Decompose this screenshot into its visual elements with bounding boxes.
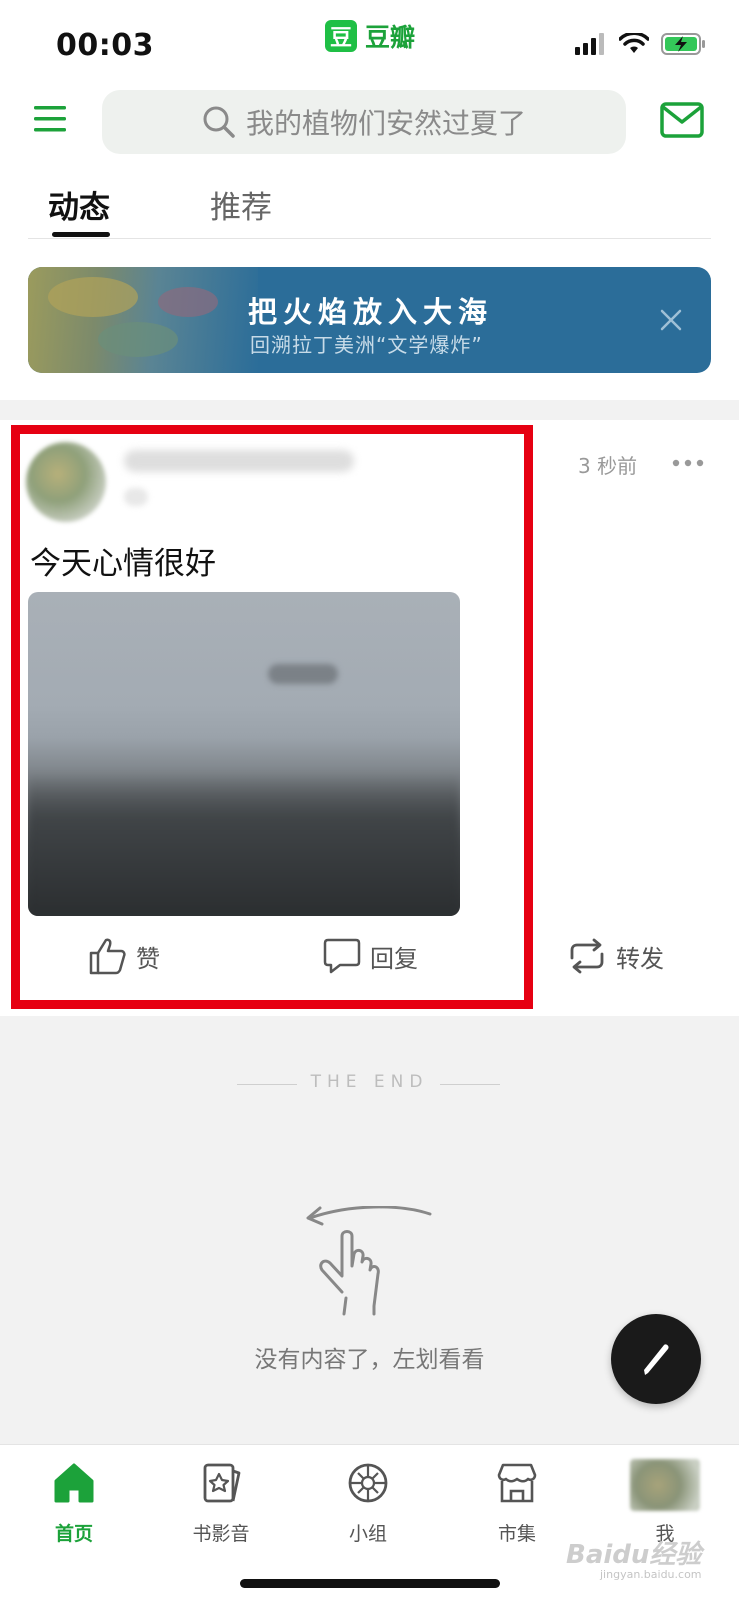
highlight-annotation-box <box>11 425 533 1009</box>
wifi-icon <box>619 33 649 53</box>
feed-tabs: 动态 推荐 <box>0 170 739 240</box>
post-time: 3 秒前 <box>578 454 638 478</box>
top-header: 我的植物们安然过夏了 <box>0 90 739 170</box>
active-tab-indicator <box>52 232 110 237</box>
search-icon <box>203 106 235 138</box>
banner-artwork <box>28 267 258 373</box>
banner-art-blob <box>158 287 218 317</box>
close-icon[interactable] <box>656 305 686 335</box>
promo-banner[interactable]: 把火焰放入大海 回溯拉丁美洲“文学爆炸” <box>28 267 711 373</box>
tab-recommend[interactable]: 推荐 <box>210 182 272 227</box>
tab-dynamic[interactable]: 动态 <box>48 182 110 227</box>
repost-icon <box>570 938 604 974</box>
tab-book-movie-music-label: 书影音 <box>192 1523 250 1545</box>
tab-group[interactable]: 小组 <box>318 1459 418 1546</box>
banner-title: 把火焰放入大海 <box>248 295 494 329</box>
status-time: 00:03 <box>56 28 154 63</box>
profile-avatar <box>630 1459 700 1511</box>
app-brand-name: 豆瓣 <box>365 23 416 52</box>
book-movie-music-icon <box>203 1463 241 1503</box>
baidu-watermark: Baidu经验 <box>566 1540 702 1570</box>
feed-spacer <box>0 400 739 420</box>
search-input[interactable]: 我的植物们安然过夏了 <box>102 90 626 154</box>
end-marker: THE END <box>310 1072 429 1092</box>
swipe-left-hand-icon <box>306 1206 432 1316</box>
tab-book-movie-music[interactable]: 书影音 <box>171 1459 271 1546</box>
search-placeholder: 我的植物们安然过夏了 <box>245 107 526 140</box>
home-icon <box>54 1463 94 1503</box>
market-icon <box>497 1463 537 1503</box>
more-icon[interactable] <box>672 458 704 468</box>
banner-subtitle: 回溯拉丁美洲“文学爆炸” <box>250 333 483 357</box>
pen-icon <box>644 1344 669 1375</box>
home-indicator <box>240 1579 500 1588</box>
tab-market[interactable]: 市集 <box>467 1459 567 1546</box>
share-button[interactable]: 转发 <box>566 934 664 978</box>
douban-logo-icon: 豆 <box>325 20 357 52</box>
banner-section: 把火焰放入大海 回溯拉丁美洲“文学爆炸” <box>0 240 739 400</box>
tab-home[interactable]: 首页 <box>24 1459 124 1546</box>
menu-icon[interactable] <box>34 104 70 134</box>
share-label: 转发 <box>616 944 664 973</box>
mail-icon[interactable] <box>660 102 704 138</box>
compose-button[interactable] <box>611 1314 701 1404</box>
tab-market-label: 市集 <box>497 1523 536 1545</box>
status-bar: 00:03 豆 豆瓣 <box>0 0 739 90</box>
baidu-watermark-domain: jingyan.baidu.com <box>600 1568 702 1581</box>
app-brand: 豆 豆瓣 <box>325 20 415 52</box>
tab-home-label: 首页 <box>54 1523 93 1545</box>
cellular-signal-icon <box>575 33 604 55</box>
tabs-divider <box>28 238 711 239</box>
banner-art-blob <box>98 322 178 357</box>
banner-art-blob <box>48 277 138 317</box>
end-divider-right <box>440 1084 500 1085</box>
battery-charging-icon <box>661 33 705 55</box>
tab-me[interactable]: 我 <box>615 1459 715 1546</box>
tab-group-label: 小组 <box>348 1523 387 1545</box>
group-icon <box>348 1463 388 1503</box>
system-icons <box>575 32 707 56</box>
